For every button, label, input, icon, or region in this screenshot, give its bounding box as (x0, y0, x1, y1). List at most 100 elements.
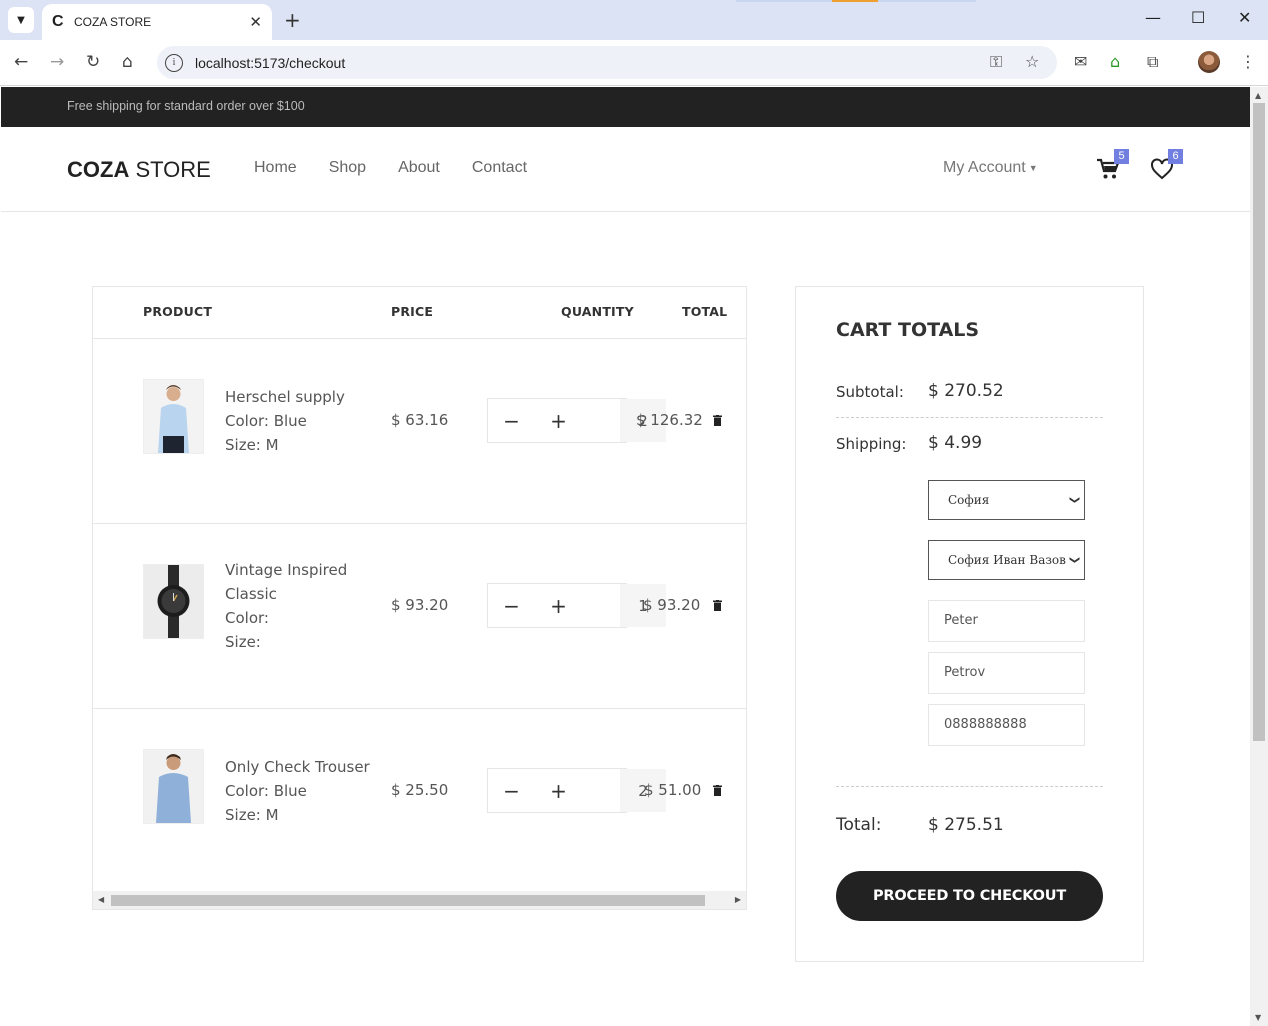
horizontal-scroll-thumb[interactable] (111, 895, 705, 906)
scroll-down-icon[interactable]: ▼ (1255, 1013, 1261, 1022)
extensions-puzzle-icon[interactable]: ⧉ (1147, 52, 1158, 72)
table-row: Only Check Trouser Color: Blue Size: M $… (93, 709, 746, 894)
back-icon[interactable]: ← (14, 52, 28, 72)
site-info-icon[interactable]: i (165, 53, 183, 72)
caret-down-icon: ▼ (1028, 162, 1038, 173)
minimize-icon[interactable]: — (1145, 8, 1161, 27)
chevron-down-icon: ❯ (1068, 555, 1080, 565)
increase-qty-button[interactable]: + (535, 584, 582, 627)
wishlist-count-badge: 6 (1168, 149, 1183, 164)
account-label: My Account (943, 159, 1026, 176)
product-size: Size: M (225, 436, 279, 454)
product-color: Color: Blue (225, 412, 307, 430)
quantity-stepper: − 1 + (487, 583, 666, 628)
subtotal-value: $ 270.52 (928, 381, 1004, 401)
office-select-value: София Иван Вазов (948, 553, 1066, 567)
nav-about[interactable]: About (398, 159, 440, 177)
decrease-qty-button[interactable]: − (488, 399, 535, 442)
last-name-field[interactable]: Petrov (928, 652, 1085, 694)
subtotal-label: Subtotal: (836, 383, 904, 401)
home-extension-icon[interactable]: ⌂ (1110, 52, 1120, 71)
browser-tab[interactable]: C COZA STORE ✕ (42, 4, 272, 40)
increase-qty-button[interactable]: + (535, 399, 582, 442)
total-value: $ 275.51 (928, 815, 1004, 835)
line-total: $ 126.32 (636, 411, 703, 429)
browser-tabstrip: ▼ C COZA STORE ✕ + — ☐ ✕ (0, 0, 1268, 40)
product-price: $ 25.50 (391, 781, 449, 799)
horizontal-scrollbar[interactable]: ◀ ▶ (93, 891, 746, 909)
shipping-banner: Free shipping for standard order over $1… (1, 87, 1250, 127)
logo-rest: STORE (129, 157, 211, 182)
vertical-scrollbar[interactable]: ▲ ▼ (1250, 87, 1268, 1026)
cart-button[interactable]: 5 (1096, 149, 1129, 183)
product-color: Color: (225, 609, 269, 627)
product-color: Color: Blue (225, 782, 307, 800)
password-key-icon[interactable]: ⚿ (990, 52, 1002, 72)
main-nav: Home Shop About Contact (254, 159, 527, 177)
column-header-price: PRICE (391, 304, 434, 319)
chevron-down-icon: ▼ (17, 14, 25, 26)
close-window-icon[interactable]: ✕ (1238, 8, 1251, 27)
scroll-left-icon[interactable]: ◀ (98, 895, 104, 904)
maximize-icon[interactable]: ☐ (1191, 8, 1205, 27)
site-header: COZA STORE Home Shop About Contact My Ac… (1, 127, 1250, 212)
product-name[interactable]: Vintage Inspired Classic (225, 558, 365, 606)
product-size: Size: (225, 633, 261, 651)
reload-icon[interactable]: ↻ (86, 52, 100, 72)
product-info: Herschel supply Color: Blue Size: M (225, 385, 365, 457)
forward-icon[interactable]: → (50, 52, 64, 72)
nav-contact[interactable]: Contact (472, 159, 527, 177)
first-name-field[interactable]: Peter (928, 600, 1085, 642)
mail-extension-icon[interactable]: ✉ (1074, 52, 1087, 71)
product-image[interactable] (143, 749, 204, 824)
increase-qty-button[interactable]: + (535, 769, 582, 812)
phone-field[interactable]: 0888888888 (928, 704, 1085, 746)
office-select[interactable]: София Иван Вазов ❯ (928, 540, 1085, 580)
scroll-right-icon[interactable]: ▶ (735, 895, 741, 904)
url-text[interactable]: localhost:5173/checkout (195, 55, 345, 71)
site-logo[interactable]: COZA STORE (67, 157, 211, 183)
product-name[interactable]: Only Check Trouser (225, 755, 385, 779)
column-header-product: PRODUCT (143, 304, 213, 319)
total-label: Total: (836, 815, 882, 835)
bookmark-star-icon[interactable]: ☆ (1025, 52, 1039, 71)
wishlist-button[interactable]: 6 (1150, 149, 1183, 183)
quantity-stepper: − 2 + (487, 398, 666, 443)
nav-shop[interactable]: Shop (329, 159, 366, 177)
decrease-qty-button[interactable]: − (488, 584, 535, 627)
decrease-qty-button[interactable]: − (488, 769, 535, 812)
new-tab-icon[interactable]: + (284, 8, 301, 32)
profile-avatar[interactable] (1198, 51, 1220, 73)
product-price: $ 93.20 (391, 596, 449, 614)
product-image[interactable] (143, 379, 204, 454)
vertical-scroll-thumb[interactable] (1253, 103, 1265, 741)
browser-menu-icon[interactable]: ⋮ (1240, 52, 1256, 71)
line-total: $ 51.00 (644, 781, 702, 799)
trash-icon[interactable] (713, 785, 722, 796)
proceed-to-checkout-button[interactable]: PROCEED TO CHECKOUT (836, 871, 1103, 921)
quantity-stepper: − 2 + (487, 768, 666, 813)
home-icon[interactable]: ⌂ (122, 52, 133, 72)
close-tab-icon[interactable]: ✕ (249, 13, 262, 31)
product-price: $ 63.16 (391, 411, 449, 429)
column-header-quantity: QUANTITY (561, 304, 634, 319)
logo-bold: COZA (67, 157, 130, 182)
tab-search-button[interactable]: ▼ (8, 7, 34, 33)
page-viewport: Free shipping for standard order over $1… (1, 87, 1250, 1026)
my-account-dropdown[interactable]: My Account ▼ (943, 159, 1038, 177)
table-row: Vintage Inspired Classic Color: Size: $ … (93, 524, 746, 709)
nav-home[interactable]: Home (254, 159, 297, 177)
shipping-label: Shipping: (836, 435, 907, 453)
chevron-down-icon: ❯ (1068, 495, 1080, 505)
subtotal-divider (836, 417, 1103, 418)
address-bar[interactable]: i localhost:5173/checkout ⚿ ☆ (157, 46, 1057, 79)
trash-icon[interactable] (713, 415, 722, 426)
trash-icon[interactable] (713, 600, 722, 611)
product-name[interactable]: Herschel supply (225, 385, 365, 409)
scroll-up-icon[interactable]: ▲ (1255, 91, 1261, 100)
product-image[interactable] (143, 564, 204, 639)
city-select[interactable]: София ❯ (928, 480, 1085, 520)
tab-title: COZA STORE (74, 15, 152, 29)
cart-count-badge: 5 (1114, 149, 1129, 164)
cart-totals-title: CART TOTALS (836, 319, 980, 341)
